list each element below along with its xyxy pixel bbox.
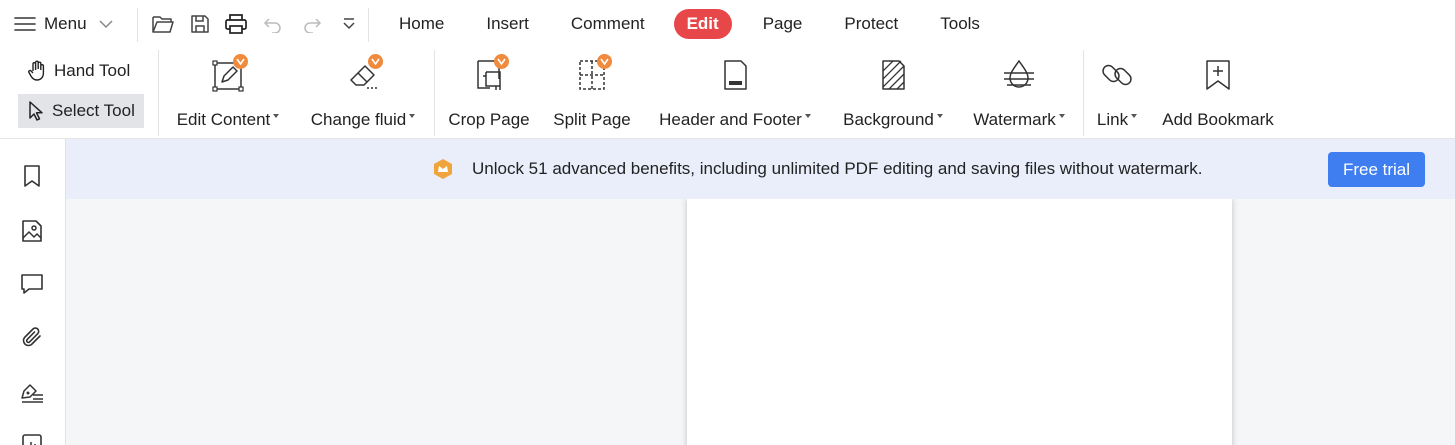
background-button[interactable]: Background	[838, 56, 948, 130]
dropdown-caret-icon	[804, 114, 811, 118]
image-icon	[20, 219, 44, 243]
sidebar-bookmarks-button[interactable]	[19, 163, 45, 189]
premium-badge-icon	[368, 54, 383, 69]
background-label: Background	[843, 110, 934, 129]
premium-badge-icon	[597, 54, 612, 69]
undo-button[interactable]	[259, 10, 287, 38]
link-label: Link	[1096, 110, 1129, 129]
cursor-arrow-icon	[26, 100, 46, 122]
ribbon-tabs: Home Insert Comment Edit Page Protect To…	[378, 8, 1001, 40]
divider	[368, 8, 369, 42]
divider	[1083, 50, 1084, 136]
redo-button[interactable]	[298, 10, 326, 38]
crop-page-button[interactable]: Crop Page	[446, 54, 532, 130]
header-footer-icon	[718, 58, 752, 92]
redo-icon	[302, 15, 322, 33]
link-button[interactable]: Link	[1094, 56, 1140, 130]
tab-edit[interactable]: Edit	[673, 9, 732, 39]
chevron-down-icon	[99, 19, 113, 29]
tab-tools[interactable]: Tools	[919, 9, 1001, 39]
edit-content-button[interactable]: Edit Content	[172, 54, 284, 130]
sidebar-attachments-button[interactable]	[19, 324, 45, 350]
watermark-icon	[1001, 58, 1037, 92]
dropdown-caret-icon	[936, 114, 943, 118]
tab-protect[interactable]: Protect	[823, 9, 919, 39]
sidebar-signatures-button[interactable]	[19, 379, 45, 405]
form-icon	[20, 432, 44, 445]
print-icon	[224, 13, 248, 35]
hand-icon	[26, 60, 48, 82]
hand-tool-button[interactable]: Hand Tool	[18, 54, 144, 88]
dropdown-caret-icon	[273, 114, 280, 118]
sidebar-forms-button[interactable]	[19, 431, 45, 445]
open-file-button[interactable]	[149, 10, 177, 38]
sidebar-images-button[interactable]	[19, 218, 45, 244]
dropdown-caret-icon	[1058, 114, 1065, 118]
divider	[137, 8, 138, 42]
undo-icon	[263, 15, 283, 33]
background-icon	[876, 58, 910, 92]
header-footer-label: Header and Footer	[659, 110, 802, 129]
pdf-page[interactable]	[687, 199, 1232, 445]
document-viewport[interactable]	[66, 199, 1455, 445]
top-bar: Menu Home Insert Comment Edit Page Prote…	[0, 0, 1455, 48]
menu-label: Menu	[44, 14, 87, 33]
upgrade-banner: Unlock 51 advanced benefits, including u…	[66, 139, 1455, 199]
print-button[interactable]	[222, 10, 250, 38]
add-bookmark-label: Add Bookmark	[1162, 110, 1274, 129]
left-sidebar	[0, 139, 66, 445]
divider	[158, 50, 159, 136]
free-trial-button[interactable]: Free trial	[1328, 152, 1425, 187]
select-tool-label: Select Tool	[52, 101, 135, 120]
banner-message: Unlock 51 advanced benefits, including u…	[472, 159, 1203, 178]
split-page-button[interactable]: Split Page	[552, 54, 632, 130]
dropdown-caret-icon	[409, 114, 416, 118]
add-bookmark-icon	[1203, 58, 1233, 92]
sidebar-comments-button[interactable]	[19, 271, 45, 297]
customize-toolbar-button[interactable]	[335, 10, 363, 38]
bookmark-icon	[22, 164, 42, 188]
save-icon	[189, 13, 211, 35]
tab-insert[interactable]: Insert	[465, 9, 550, 39]
premium-badge-icon	[494, 54, 509, 69]
edit-content-label: Edit Content	[176, 110, 271, 129]
hand-tool-label: Hand Tool	[54, 61, 131, 80]
select-tool-button[interactable]: Select Tool	[18, 94, 144, 128]
header-footer-button[interactable]: Header and Footer	[654, 56, 816, 130]
change-fluid-button[interactable]: Change fluid	[306, 54, 420, 130]
watermark-label: Watermark	[973, 110, 1056, 129]
add-bookmark-button[interactable]: Add Bookmark	[1156, 56, 1280, 130]
tab-comment[interactable]: Comment	[550, 9, 666, 39]
tab-home[interactable]: Home	[378, 9, 465, 39]
change-fluid-label: Change fluid	[310, 110, 407, 129]
dropdown-caret-icon	[1131, 114, 1138, 118]
customize-dropdown-icon	[342, 17, 356, 31]
crop-page-label: Crop Page	[448, 110, 530, 129]
crown-icon	[432, 158, 454, 180]
signature-icon	[19, 380, 45, 404]
premium-badge-icon	[233, 54, 248, 69]
divider	[434, 50, 435, 136]
comment-icon	[20, 272, 44, 296]
save-button[interactable]	[186, 10, 214, 38]
link-icon	[1100, 58, 1134, 92]
attachment-icon	[20, 325, 44, 349]
folder-open-icon	[151, 13, 175, 35]
split-page-label: Split Page	[553, 110, 631, 129]
tab-page[interactable]: Page	[742, 9, 824, 39]
menu-button[interactable]: Menu	[14, 10, 113, 38]
ribbon-toolbar: Hand Tool Select Tool Edit Content Chang…	[0, 48, 1455, 139]
hamburger-icon	[14, 16, 36, 32]
watermark-button[interactable]: Watermark	[968, 56, 1070, 130]
